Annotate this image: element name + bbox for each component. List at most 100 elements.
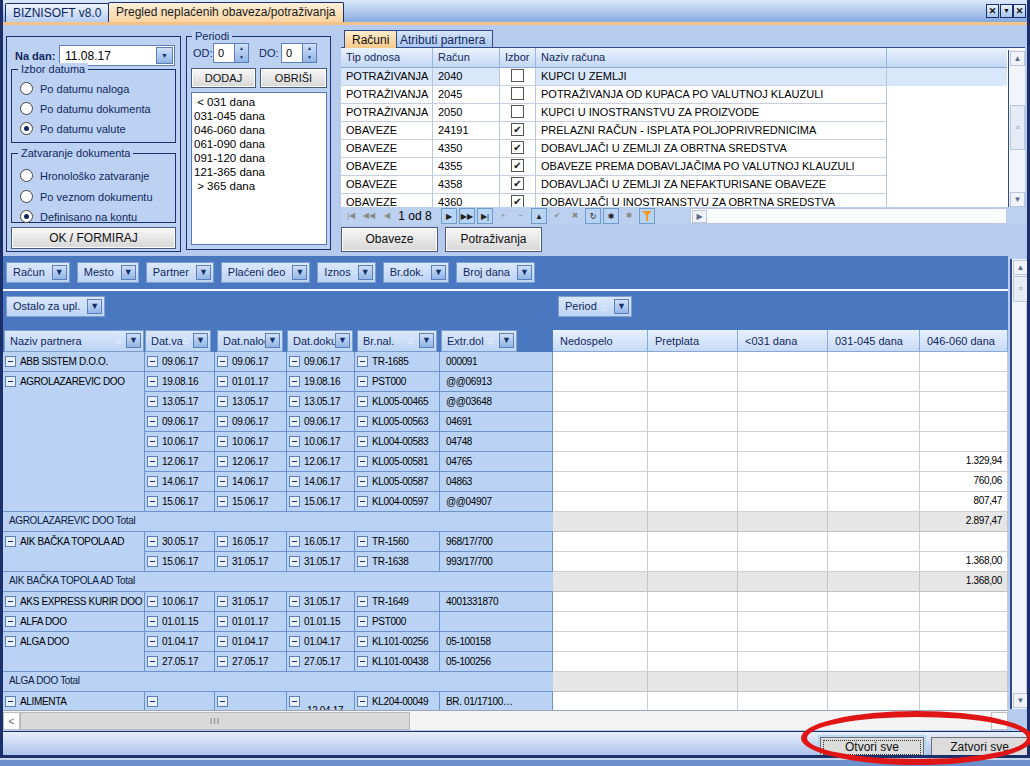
collapse-icon[interactable] [147, 496, 158, 507]
group-chip[interactable]: Iznos▼ [317, 262, 375, 283]
collapse-icon[interactable] [5, 616, 16, 627]
collapse-icon[interactable] [5, 636, 16, 647]
collapse-icon[interactable] [289, 596, 300, 607]
radio-po-veznom-dokumentu[interactable] [20, 190, 33, 203]
radio-po-datumu-dokumenta[interactable] [20, 102, 33, 115]
chevron-down-icon[interactable]: ▼ [517, 265, 532, 280]
tab-atributi-partnera[interactable]: Atributi partnera [392, 30, 493, 48]
column-header-chip[interactable]: Br.nal.△▼ [357, 330, 437, 352]
collapse-icon[interactable] [147, 636, 158, 647]
table-row[interactable]: AIK BAČKA TOPOLA AD30.05.1716.05.1716.05… [3, 532, 1008, 552]
account-row[interactable]: OBAVEZE4350✔DOBAVLJAČI U ZEMLJI ZA OBRTN… [341, 140, 1007, 158]
collapse-icon[interactable] [5, 596, 16, 607]
table-row[interactable]: 27.05.1727.05.1727.05.17KL101-0043805-10… [3, 652, 1008, 672]
account-row[interactable]: POTRAŽIVANJA2050KUPCI U INOSTRANSTVU ZA … [341, 104, 1007, 122]
collapse-icon[interactable] [217, 556, 228, 567]
period-list-item[interactable]: 061-090 dana [194, 137, 326, 151]
collapse-icon[interactable] [289, 536, 300, 547]
group-chip[interactable]: Partner▼ [146, 262, 214, 283]
group-chip-period[interactable]: Period△▼ [558, 296, 632, 317]
collapse-icon[interactable] [217, 636, 228, 647]
period-list[interactable]: < 031 dana031-045 dana046-060 dana061-09… [191, 92, 327, 245]
group-chip[interactable]: Plaćeni deo▼ [221, 262, 311, 283]
collapse-icon[interactable] [289, 496, 300, 507]
table-row[interactable]: ALGA DOO Total [3, 672, 1008, 692]
delete-record-icon[interactable]: − [513, 208, 529, 224]
collapse-icon[interactable] [289, 416, 300, 427]
column-header-chip[interactable]: Dat.va△▼ [145, 330, 211, 352]
chevron-down-icon[interactable]: ▼ [87, 299, 102, 314]
group-chip[interactable]: Mesto▼ [77, 262, 139, 283]
checkbox[interactable]: ✔ [511, 177, 524, 190]
collapse-icon[interactable] [217, 416, 228, 427]
collapse-icon[interactable] [147, 696, 158, 707]
checkbox[interactable]: ✔ [511, 141, 524, 154]
group-chip[interactable]: Br.dok.▼ [383, 262, 449, 283]
account-row[interactable]: OBAVEZE4355✔OBAVEZE PREMA DOBAVLJAČIMA P… [341, 158, 1007, 176]
collapse-icon[interactable] [147, 656, 158, 667]
chevron-down-icon[interactable]: ▼ [156, 47, 173, 64]
column-header-chip[interactable]: Dat.doku▼ [287, 330, 353, 352]
scrollbar-thumb[interactable]: ≡ [1010, 105, 1025, 150]
table-row[interactable]: ALGA DOO01.04.1701.04.1701.04.17KL101-00… [3, 632, 1008, 652]
collapse-icon[interactable] [289, 556, 300, 567]
bookmark-icon[interactable]: ✱ [603, 208, 619, 224]
column-header[interactable]: 046-060 dana [920, 330, 1008, 352]
collapse-icon[interactable] [357, 656, 368, 667]
accounts-horizontal-scrollbar[interactable]: ◀ ▶ [690, 208, 1007, 224]
scrollbar-thumb[interactable]: III [20, 712, 410, 730]
collapse-icon[interactable] [289, 396, 300, 407]
period-list-item[interactable]: < 031 dana [194, 95, 326, 109]
checkbox[interactable]: ✔ [511, 123, 524, 136]
spinner-arrows-icon[interactable]: ▲▼ [234, 44, 248, 62]
collapse-icon[interactable] [289, 376, 300, 387]
checkbox[interactable] [511, 105, 524, 118]
collapse-icon[interactable] [289, 476, 300, 487]
collapse-icon[interactable] [357, 496, 368, 507]
chevron-down-icon[interactable]: ▼ [335, 333, 350, 348]
collapse-icon[interactable] [289, 436, 300, 447]
table-row[interactable]: 10.06.1710.06.1710.06.17KL004-0058304748 [3, 432, 1008, 452]
edit-record-icon[interactable]: ▲ [531, 208, 547, 224]
collapse-icon[interactable] [357, 456, 368, 467]
collapse-icon[interactable] [147, 456, 158, 467]
account-row[interactable]: POTRAŽIVANJA2045POTRAŽIVANJA OD KUPACA P… [341, 86, 1007, 104]
table-row[interactable]: 12.06.1712.06.1712.06.17KL005-0058104765… [3, 452, 1008, 472]
ok-formiraj-button[interactable]: OK / FORMIRAJ [11, 227, 176, 249]
column-header-chip[interactable]: Extr.dol△▼ [441, 330, 517, 352]
collapse-icon[interactable] [357, 356, 368, 367]
insert-record-icon[interactable]: + [495, 208, 511, 224]
column-header[interactable]: Izbor [500, 48, 536, 68]
column-header[interactable]: 031-045 dana [828, 330, 920, 352]
account-row[interactable]: POTRAŽIVANJA2040KUPCI U ZEMLJI [341, 68, 1007, 86]
collapse-icon[interactable] [217, 376, 228, 387]
chevron-down-icon[interactable]: ▼ [193, 333, 208, 348]
scroll-left-icon[interactable]: < [3, 712, 20, 730]
collapse-icon[interactable] [147, 596, 158, 607]
prior-record-icon[interactable]: ◀ [379, 208, 395, 224]
table-row[interactable]: ALIMENTA12.04.17KL204-00049BR. 01/17100… [3, 692, 1008, 710]
chevron-down-icon[interactable]: ▼ [1000, 4, 1013, 18]
column-header-chip[interactable]: Dat.nalog▼ [217, 330, 283, 352]
scrollbar-thumb[interactable]: ≡ [1013, 276, 1028, 302]
table-row[interactable]: 15.06.1731.05.1731.05.17TR-1638993/17/70… [3, 552, 1008, 572]
collapse-icon[interactable] [289, 456, 300, 467]
od-spinner[interactable]: 0 ▲▼ [213, 43, 249, 63]
period-list-item[interactable]: 046-060 dana [194, 123, 326, 137]
collapse-icon[interactable] [357, 556, 368, 567]
chevron-down-icon[interactable]: ▼ [126, 333, 141, 348]
collapse-icon[interactable] [357, 416, 368, 427]
column-header[interactable]: Tip odnosa [341, 48, 433, 68]
collapse-icon[interactable] [217, 656, 228, 667]
chevron-down-icon[interactable]: ▼ [52, 265, 67, 280]
column-header[interactable]: Naziv računa [536, 48, 887, 68]
collapse-icon[interactable] [357, 436, 368, 447]
do-spinner[interactable]: 0 ▲▼ [281, 43, 317, 63]
close-window-icon[interactable]: ✕ [1013, 4, 1026, 18]
collapse-icon[interactable] [147, 556, 158, 567]
collapse-icon[interactable] [147, 356, 158, 367]
collapse-icon[interactable] [289, 356, 300, 367]
period-list-item[interactable]: 121-365 dana [194, 165, 326, 179]
collapse-icon[interactable] [289, 616, 300, 627]
collapse-icon[interactable] [5, 696, 16, 707]
